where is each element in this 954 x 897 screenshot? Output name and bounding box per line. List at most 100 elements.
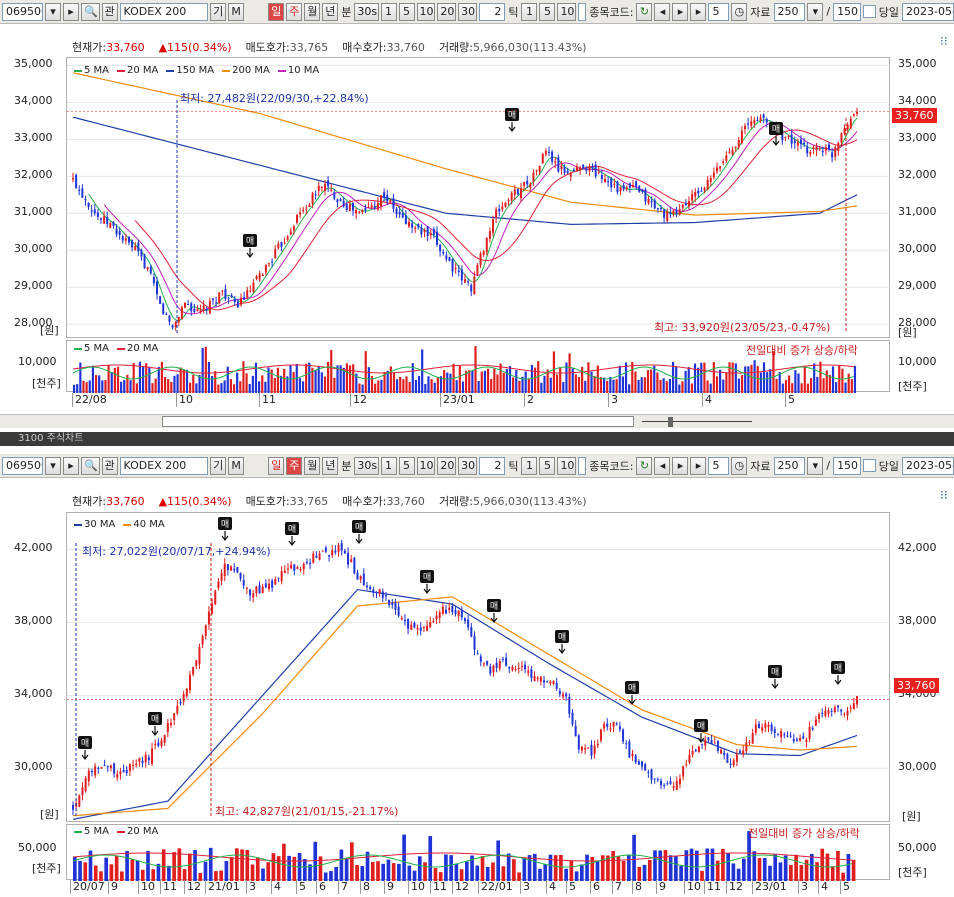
code-dropdown-button-b[interactable]: ▾ — [44, 456, 61, 475]
play-icon[interactable]: ▸ — [672, 456, 689, 475]
next-arrow-icon[interactable]: ▸ — [690, 456, 707, 475]
tick-10-b[interactable]: 10 — [557, 456, 577, 475]
candle-body — [152, 277, 155, 284]
period-30s-b[interactable]: 30s — [354, 456, 379, 475]
num-1[interactable]: 1 — [380, 2, 397, 21]
code-input-b[interactable]: 069500 — [2, 456, 43, 475]
volume-bar — [799, 864, 804, 881]
volume-bar — [377, 380, 380, 393]
candle-body — [681, 204, 684, 208]
search-icon[interactable]: 🔍 — [80, 456, 100, 475]
x-tick-label: 5 — [840, 880, 850, 894]
period-minute[interactable]: 분 — [340, 4, 352, 20]
x-tick-label: 5 — [296, 880, 306, 894]
volume-bar — [543, 864, 548, 881]
m-button[interactable]: M — [228, 2, 245, 21]
data-count-dropdown-b[interactable]: ▾ — [807, 456, 824, 475]
play-icon[interactable]: ▸ — [672, 2, 689, 21]
num-20-b[interactable]: 20 — [437, 456, 457, 475]
period-30s[interactable]: 30s — [354, 2, 379, 21]
period-week-b[interactable]: 주 — [286, 456, 303, 475]
settings-icon[interactable]: ⁝⁝ — [940, 34, 950, 48]
tick-10[interactable]: 10 — [557, 2, 577, 21]
period-day-b[interactable]: 일 — [268, 456, 285, 475]
volume-bar — [94, 375, 98, 393]
ma-40-line — [72, 596, 858, 817]
volume-bar — [88, 380, 91, 393]
num-30-b[interactable]: 30 — [458, 456, 477, 475]
data-count-dropdown[interactable]: ▾ — [807, 2, 824, 21]
interest-button[interactable]: 관 — [101, 2, 118, 21]
tick-input[interactable]: 2 — [478, 2, 506, 21]
volume-bar — [113, 368, 116, 393]
date-input-b[interactable]: 2023-05- — [902, 456, 954, 475]
num-20[interactable]: 20 — [437, 2, 457, 21]
period-week[interactable]: 주 — [286, 2, 303, 21]
x-tick-label: 9 — [656, 880, 666, 894]
search-icon[interactable]: 🔍 — [80, 2, 100, 21]
code-dropdown-button[interactable]: ▾ — [44, 2, 61, 21]
candle-body — [320, 187, 323, 189]
x-tick-label: 22/01 — [478, 880, 513, 894]
period-minute-b[interactable]: 분 — [340, 458, 352, 474]
date-input[interactable]: 2023-05- — [902, 2, 954, 21]
next-button-b[interactable]: ▸ — [62, 456, 79, 475]
settings-icon[interactable]: ⁝⁝ — [940, 488, 950, 502]
ma-legend-bottom: 30 MA 40 MA — [74, 519, 165, 530]
cur-value-b: 33,760 — [106, 495, 145, 508]
interest-button-b[interactable]: 관 — [101, 456, 118, 475]
code-input[interactable]: 069500 — [2, 2, 43, 21]
data-count-select[interactable]: 250 — [773, 2, 806, 21]
num-10[interactable]: 10 — [416, 2, 436, 21]
period-year-b[interactable]: 년 — [322, 456, 339, 475]
num-1-b[interactable]: 1 — [380, 456, 397, 475]
num-5[interactable]: 5 — [398, 2, 415, 21]
data-total-input-b[interactable]: 150 — [833, 456, 862, 475]
blank-input-b[interactable] — [578, 456, 587, 475]
tick-5-b[interactable]: 5 — [539, 456, 556, 475]
period-day[interactable]: 일 — [268, 2, 285, 21]
num-10-b[interactable]: 10 — [416, 456, 436, 475]
today-checkbox-b[interactable] — [863, 459, 876, 472]
period-year[interactable]: 년 — [322, 2, 339, 21]
step-input[interactable]: 5 — [708, 2, 730, 21]
legend-ma10: 10 MA — [277, 65, 319, 76]
num-5-b[interactable]: 5 — [398, 456, 415, 475]
candle-body — [750, 121, 753, 126]
x-tick-label: 5 — [785, 393, 795, 407]
refresh-icon[interactable]: ↻ — [636, 2, 653, 21]
candle-body — [593, 745, 596, 755]
clock-icon[interactable]: ◷ — [731, 2, 748, 21]
candle-body — [582, 164, 585, 170]
scrollbar-top[interactable] — [0, 414, 954, 428]
next-button[interactable]: ▸ — [62, 2, 79, 21]
today-checkbox[interactable] — [863, 5, 876, 18]
name-suffix[interactable]: 기 — [210, 2, 227, 21]
candle-body — [764, 723, 767, 729]
data-total-input[interactable]: 150 — [833, 2, 862, 21]
zoom-slider-top[interactable] — [642, 421, 752, 422]
prev-arrow-icon[interactable]: ◂ — [654, 2, 671, 21]
x-tick-label: 11 — [430, 880, 447, 894]
candle-body — [799, 737, 802, 741]
x-tick-label: 21/01 — [205, 880, 240, 894]
period-month[interactable]: 월 — [304, 2, 321, 21]
prev-arrow-icon[interactable]: ◂ — [654, 456, 671, 475]
scroll-track-top[interactable] — [162, 416, 634, 427]
tick-5[interactable]: 5 — [539, 2, 556, 21]
step-input-b[interactable]: 5 — [708, 456, 730, 475]
volume-bar — [825, 370, 828, 393]
blank-input[interactable] — [578, 2, 587, 21]
m-button-b[interactable]: M — [228, 456, 245, 475]
name-suffix-b[interactable]: 기 — [210, 456, 227, 475]
data-count-select-b[interactable]: 250 — [773, 456, 806, 475]
tick-input-b[interactable]: 2 — [478, 456, 506, 475]
num-30[interactable]: 30 — [458, 2, 477, 21]
refresh-icon[interactable]: ↻ — [636, 456, 653, 475]
next-arrow-icon[interactable]: ▸ — [690, 2, 707, 21]
tick-1[interactable]: 1 — [521, 2, 538, 21]
zoom-thumb-top[interactable] — [668, 417, 673, 427]
period-month-b[interactable]: 월 — [304, 456, 321, 475]
tick-1-b[interactable]: 1 — [521, 456, 538, 475]
clock-icon[interactable]: ◷ — [731, 456, 748, 475]
